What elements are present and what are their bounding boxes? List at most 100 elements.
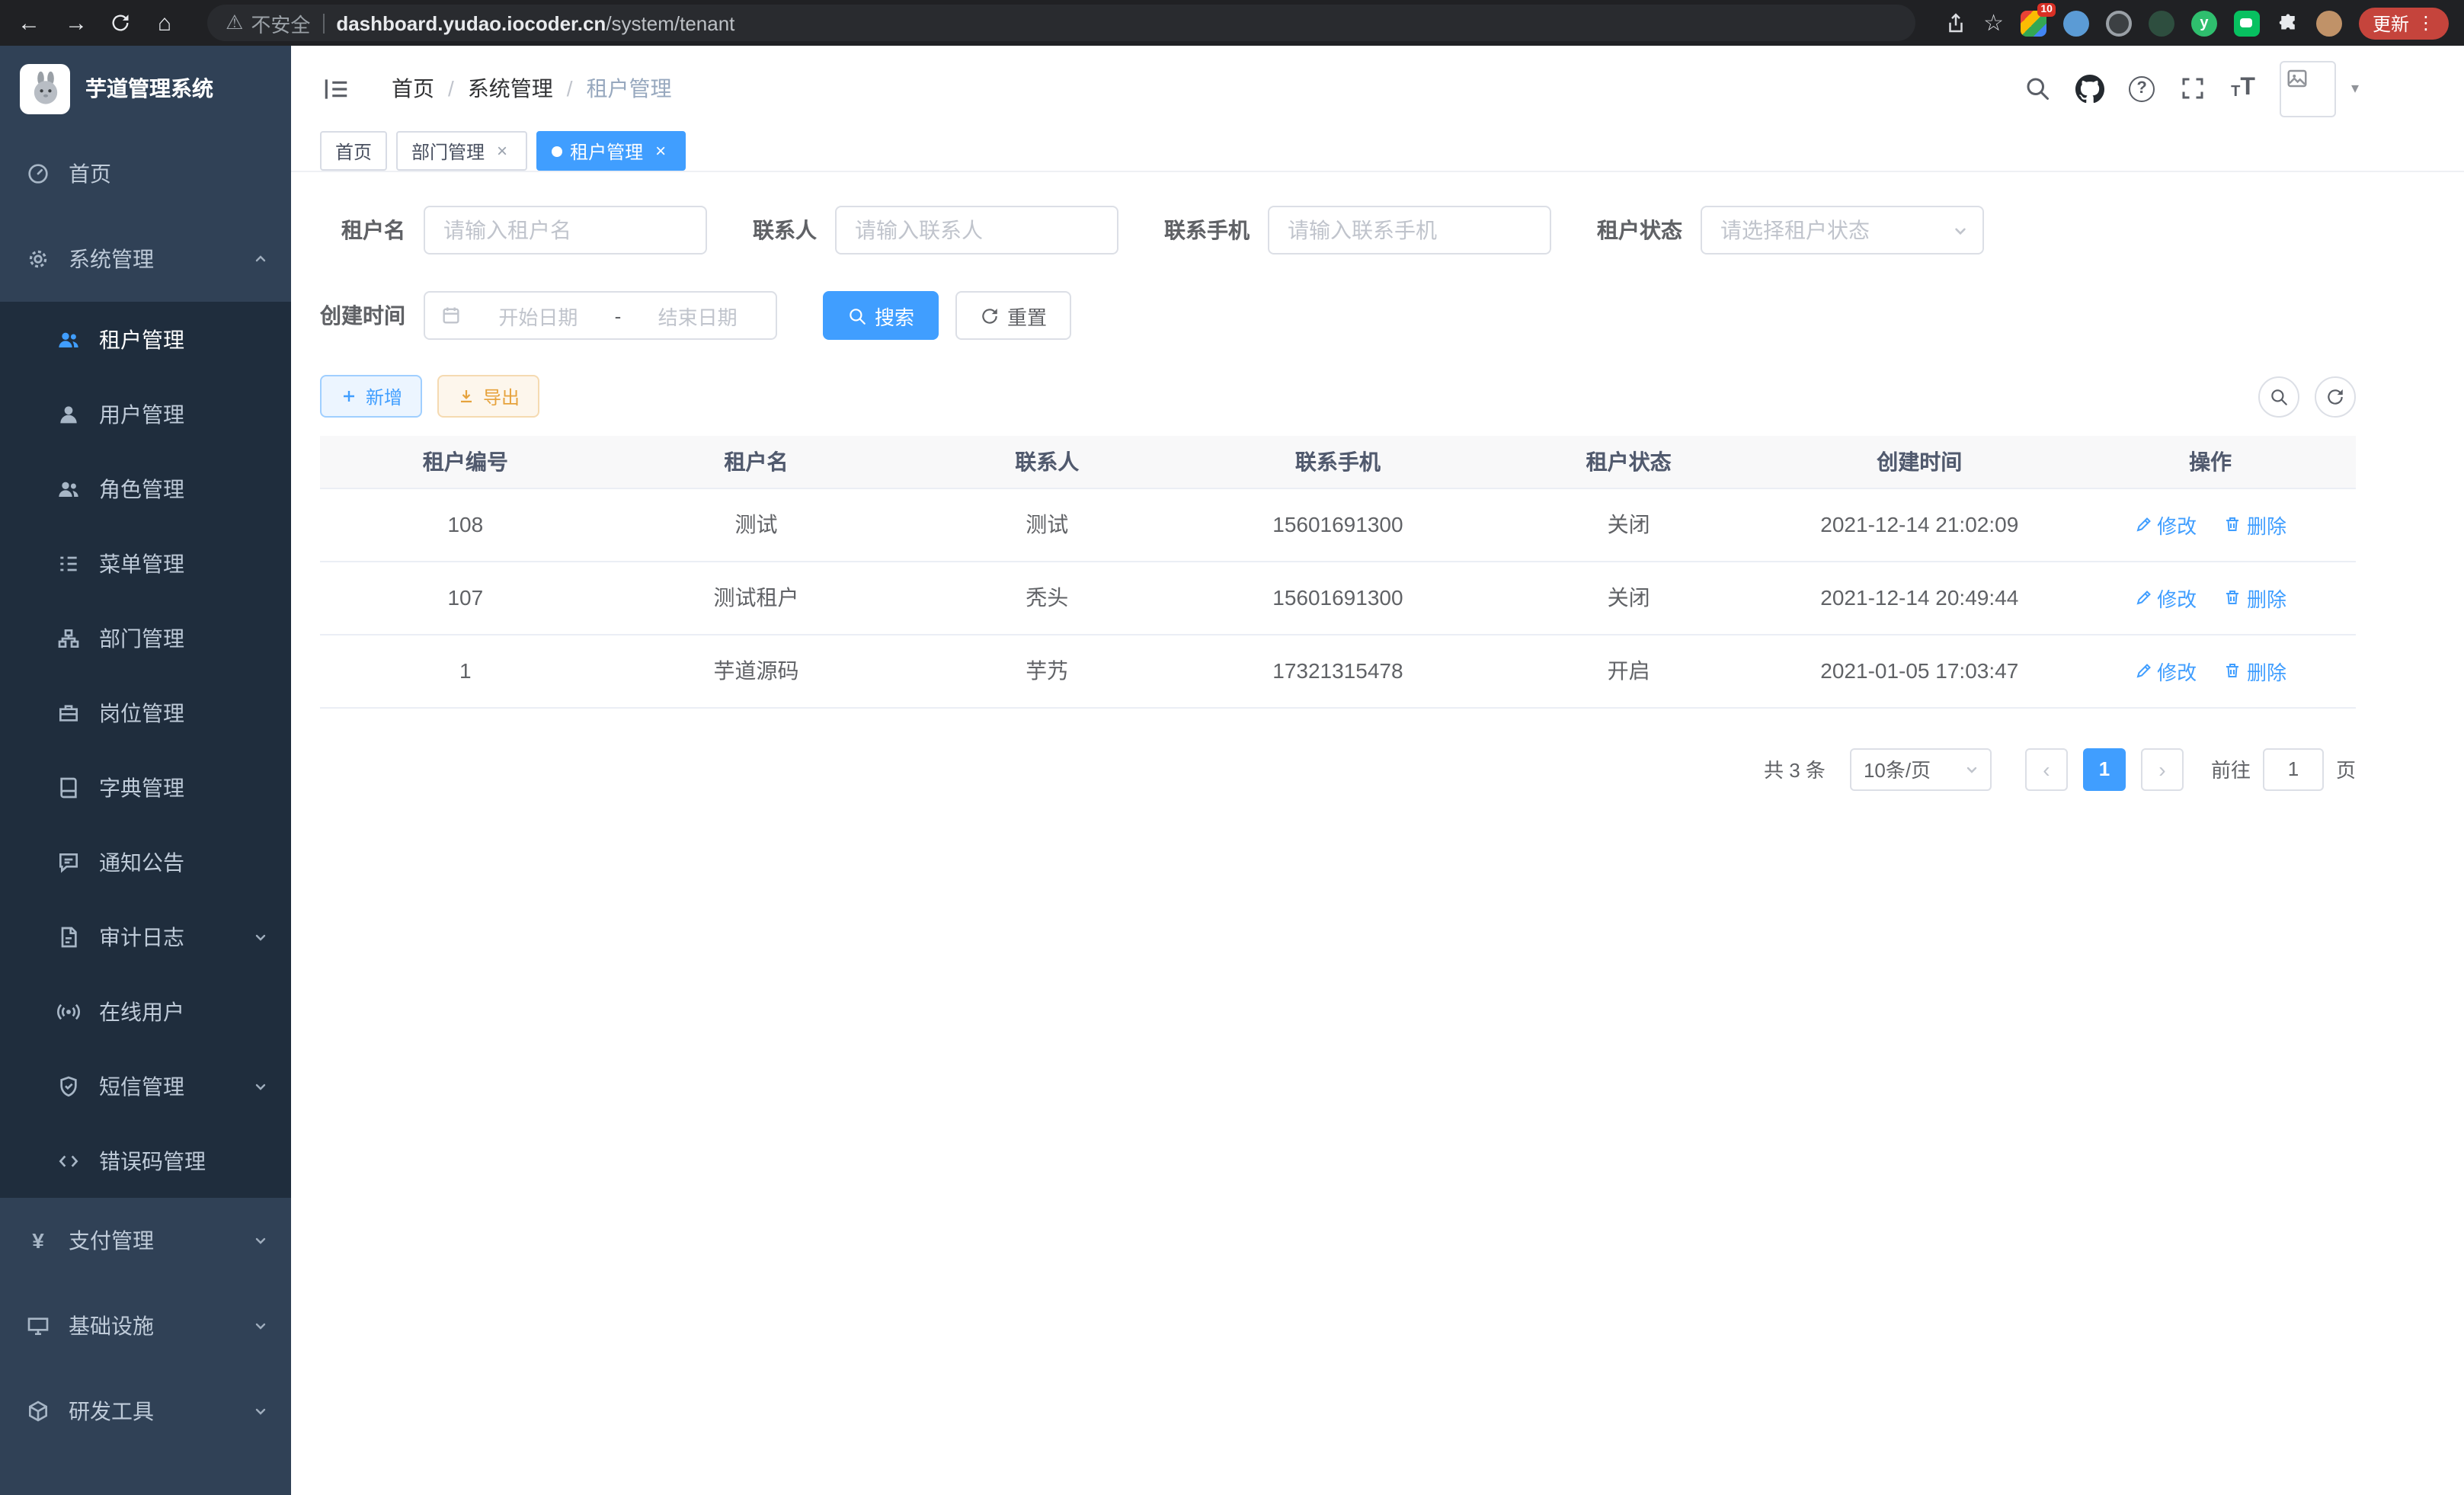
- bookmark-star-icon[interactable]: ☆: [1983, 9, 2004, 37]
- extension-colorful-icon[interactable]: 10: [2021, 10, 2046, 36]
- tab-tenant[interactable]: 租户管理 ×: [536, 131, 686, 171]
- goto-label: 前往: [2211, 754, 2251, 783]
- page-size-select[interactable]: 10条/页: [1850, 748, 1992, 790]
- search-icon[interactable]: [2024, 75, 2051, 102]
- fullscreen-icon[interactable]: [2179, 75, 2206, 102]
- tenant-name-input[interactable]: [424, 206, 707, 255]
- chevron-down-icon: [251, 1231, 270, 1250]
- edit-link[interactable]: 修改: [2134, 510, 2197, 539]
- browser-home-icon[interactable]: ⌂: [151, 10, 178, 36]
- cell-id: 108: [320, 488, 611, 561]
- address-divider: [322, 13, 324, 33]
- share-icon[interactable]: [1944, 11, 1966, 34]
- delete-link[interactable]: 删除: [2224, 510, 2286, 539]
- refresh-table-button[interactable]: [2315, 376, 2356, 417]
- extension-ring-icon[interactable]: [2106, 10, 2132, 36]
- sidebar-item-devtools[interactable]: 研发工具: [0, 1369, 291, 1454]
- tab-dept[interactable]: 部门管理 ×: [396, 131, 527, 171]
- breadcrumb-home[interactable]: 首页: [392, 73, 434, 104]
- address-bar[interactable]: ⚠ 不安全 dashboard.yudao.iocoder.cn/system/…: [207, 5, 1915, 41]
- next-page-button[interactable]: ›: [2141, 748, 2184, 790]
- browser-back-icon[interactable]: ←: [15, 10, 43, 36]
- sidebar-item-errorcode[interactable]: 错误码管理: [0, 1123, 291, 1198]
- sidebar-item-sms[interactable]: 短信管理: [0, 1048, 291, 1123]
- sidebar-item-infra[interactable]: 基础设施: [0, 1283, 291, 1369]
- end-date-placeholder[interactable]: 结束日期: [635, 301, 760, 330]
- plus-icon: [340, 387, 358, 405]
- reset-button[interactable]: 重置: [955, 291, 1071, 340]
- sidebar-item-dict[interactable]: 字典管理: [0, 750, 291, 824]
- browser-menu-dots-icon[interactable]: ⋮: [2417, 12, 2435, 34]
- date-range-picker[interactable]: 开始日期 - 结束日期: [424, 291, 777, 340]
- sidebar-item-tenant[interactable]: 租户管理: [0, 302, 291, 376]
- sidebar-item-post[interactable]: 岗位管理: [0, 675, 291, 750]
- edit-link[interactable]: 修改: [2134, 583, 2197, 612]
- browser-forward-icon[interactable]: →: [62, 10, 90, 36]
- tab-close-icon[interactable]: ×: [492, 140, 512, 162]
- export-button[interactable]: 导出: [437, 375, 539, 418]
- cell-phone: 15601691300: [1192, 561, 1483, 634]
- breadcrumb-current: 租户管理: [587, 73, 672, 104]
- page-size-value: 10条/页: [1864, 754, 1931, 783]
- delete-link[interactable]: 删除: [2224, 656, 2286, 685]
- extension-blue-icon[interactable]: [2063, 10, 2089, 36]
- search-button[interactable]: 搜索: [823, 291, 939, 340]
- sidebar-item-role[interactable]: 角色管理: [0, 451, 291, 526]
- github-icon[interactable]: [2075, 74, 2104, 103]
- col-tenant-id: 租户编号: [320, 436, 611, 488]
- contact-input[interactable]: [835, 206, 1118, 255]
- browser-profile-avatar[interactable]: [2316, 10, 2342, 36]
- toggle-search-button[interactable]: [2258, 376, 2299, 417]
- filter-label: 租户名: [320, 215, 405, 245]
- app-logo-row[interactable]: 芋道管理系统: [0, 46, 291, 131]
- goto-page-input[interactable]: [2263, 748, 2324, 790]
- page-number-1[interactable]: 1: [2083, 748, 2126, 790]
- chevron-down-icon: [251, 1402, 270, 1420]
- table-row: 1 芋道源码 芋艿 17321315478 开启 2021-01-05 17:0…: [320, 634, 2356, 707]
- chat-bubble-icon: [56, 850, 81, 874]
- url-text[interactable]: dashboard.yudao.iocoder.cn/system/tenant: [336, 11, 734, 34]
- pagination-jumper: 前往 页: [2211, 748, 2356, 790]
- tab-close-icon[interactable]: ×: [651, 140, 670, 162]
- extension-darkgreen-icon[interactable]: [2149, 10, 2174, 36]
- browser-reload-icon[interactable]: [110, 12, 131, 34]
- sidebar-item-dept[interactable]: 部门管理: [0, 600, 291, 675]
- extensions-puzzle-icon[interactable]: [2277, 11, 2299, 34]
- browser-chrome: ← → ⌂ ⚠ 不安全 dashboard.yudao.iocoder.cn/s…: [0, 0, 2464, 46]
- breadcrumb-system[interactable]: 系统管理: [468, 73, 553, 104]
- sidebar-item-auditlog[interactable]: 审计日志: [0, 899, 291, 974]
- date-separator: -: [615, 304, 622, 327]
- extension-y-icon[interactable]: y: [2191, 10, 2217, 36]
- mobile-input[interactable]: [1268, 206, 1551, 255]
- sidebar-item-home[interactable]: 首页: [0, 131, 291, 216]
- user-avatar[interactable]: [2280, 60, 2336, 117]
- prev-page-button[interactable]: ‹: [2025, 748, 2068, 790]
- sidebar-item-user[interactable]: 用户管理: [0, 376, 291, 451]
- sidebar-item-payment[interactable]: ¥ 支付管理: [0, 1198, 291, 1283]
- breadcrumb-separator: /: [567, 76, 573, 101]
- page-header: 首页 / 系统管理 / 租户管理 ? TT ▾: [291, 46, 2464, 131]
- tab-home[interactable]: 首页: [320, 131, 387, 171]
- shield-icon: [56, 1074, 81, 1098]
- avatar-caret-icon[interactable]: ▾: [2351, 80, 2359, 97]
- cell-status: 关闭: [1483, 561, 1774, 634]
- sidebar-item-menu[interactable]: 菜单管理: [0, 526, 291, 600]
- delete-link[interactable]: 删除: [2224, 583, 2286, 612]
- font-size-icon[interactable]: TT: [2231, 76, 2255, 101]
- sidebar-fold-icon[interactable]: [322, 74, 350, 103]
- sidebar-item-system[interactable]: 系统管理: [0, 216, 291, 302]
- status-select[interactable]: 请选择租户状态: [1701, 206, 1984, 255]
- filter-label: 租户状态: [1597, 215, 1682, 245]
- help-icon[interactable]: ?: [2129, 75, 2155, 101]
- add-button[interactable]: 新增: [320, 375, 422, 418]
- pagination-total: 共 3 条: [1764, 754, 1826, 783]
- sidebar-item-notice[interactable]: 通知公告: [0, 824, 291, 899]
- browser-update-button[interactable]: 更新 ⋮: [2359, 7, 2449, 39]
- start-date-placeholder[interactable]: 开始日期: [475, 301, 601, 330]
- security-warning[interactable]: ⚠ 不安全: [226, 8, 310, 37]
- filter-label: 创建时间: [320, 300, 405, 331]
- edit-link[interactable]: 修改: [2134, 656, 2197, 685]
- sidebar-item-online-users[interactable]: 在线用户: [0, 974, 291, 1048]
- breadcrumb: 首页 / 系统管理 / 租户管理: [392, 73, 672, 104]
- extension-chat-icon[interactable]: [2234, 10, 2260, 36]
